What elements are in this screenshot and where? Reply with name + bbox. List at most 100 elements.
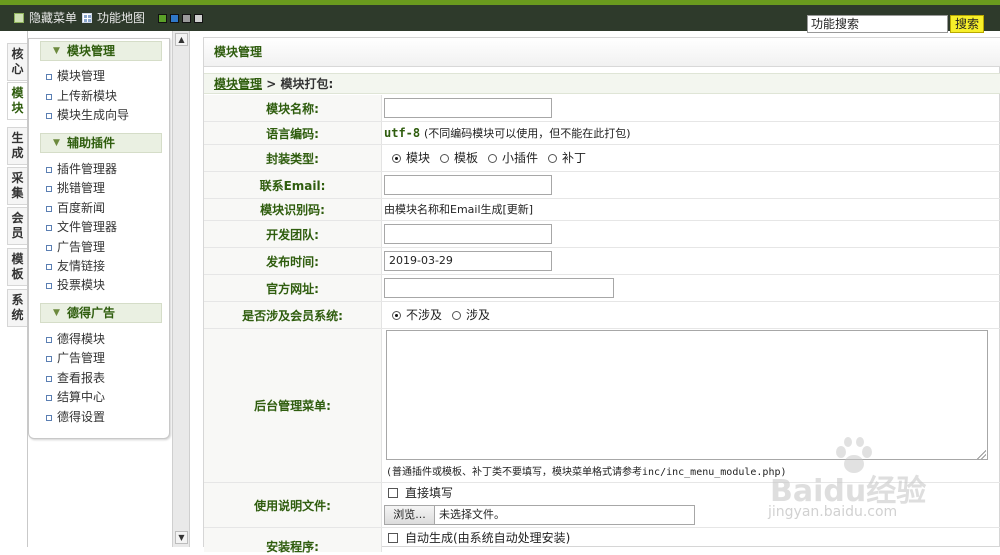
form-row-install: 安装程序: 自动生成(由系统自动处理安装) (204, 528, 1000, 554)
readme-file-input[interactable]: 浏览... 未选择文件。 (384, 505, 695, 525)
menu-item-error-report[interactable]: 挑错管理 (44, 180, 105, 196)
form-row-identifier: 模块识别码: 由模块名称和Email生成[更新] (204, 199, 1000, 221)
form-row-website: 官方网址: (204, 275, 1000, 302)
field-label: 发布时间: (204, 248, 382, 274)
menu-item-dede-module[interactable]: 德得模块 (44, 331, 105, 347)
menu-item-friend-links[interactable]: 友情链接 (44, 258, 105, 274)
menu-group-dede-ads[interactable]: ▼ 德得广告 (40, 303, 162, 323)
field-label: 封装类型: (204, 145, 382, 171)
identifier-text: 由模块名称和Email生成[更新] (384, 203, 534, 216)
category-tabs: 核 心模 块生 成采 集会 员模 板系 统 (0, 31, 28, 547)
menu-item-ad-manage-2[interactable]: 广告管理 (44, 350, 105, 366)
module-name-input[interactable] (384, 98, 552, 118)
radio-icon (548, 154, 558, 163)
menu-item-dede-settings[interactable]: 德得设置 (44, 409, 105, 425)
scroll-up-icon[interactable]: ▲ (175, 33, 188, 46)
menu-item-plugin-manager[interactable]: 插件管理器 (44, 161, 117, 177)
member-radio[interactable]: 不涉及 (392, 302, 442, 328)
chevron-down-icon: ▼ (53, 138, 60, 148)
field-label: 模块名称: (204, 95, 382, 121)
form-row-email: 联系Email: (204, 172, 1000, 199)
scroll-down-icon[interactable]: ▼ (175, 531, 188, 544)
member-radio[interactable]: 涉及 (452, 302, 490, 328)
menu-group-plugins[interactable]: ▼ 辅助插件 (40, 133, 162, 153)
language-note: (不同编码模块可以使用，但不能在此打包) (423, 127, 631, 140)
field-label: 模块识别码: (204, 199, 382, 220)
radio-icon (452, 311, 462, 320)
search-button[interactable]: 搜索 (950, 15, 984, 33)
radio-icon (392, 154, 401, 163)
menu-item-ad-manage[interactable]: 广告管理 (44, 239, 105, 255)
readme-direct-checkbox[interactable]: 直接填写 (388, 486, 453, 500)
field-label: 是否涉及会员系统: (204, 302, 382, 328)
skin-swatch[interactable] (158, 14, 167, 23)
function-map-button[interactable]: 功能地图 (82, 11, 145, 25)
menu-scrollbar[interactable]: ▲ ▼ (172, 31, 190, 547)
checkbox-icon (388, 533, 398, 543)
form-row-member-system: 是否涉及会员系统: 不涉及 涉及 (204, 302, 1000, 329)
field-label: 联系Email: (204, 172, 382, 198)
field-label: 开发团队: (204, 221, 382, 247)
watermark-url: jingyan.baidu.com (768, 504, 898, 520)
tab-category[interactable]: 生 成 (7, 127, 27, 165)
page-title: 模块管理 (204, 38, 1000, 67)
admin-menu-note: (普通插件或模板、补丁类不要填写，模块菜单格式请参考inc/inc_menu_m… (386, 467, 787, 478)
menu-item-view-report[interactable]: 查看报表 (44, 370, 105, 386)
field-label: 后台管理菜单: (204, 329, 382, 482)
tab-category[interactable]: 采 集 (7, 167, 27, 205)
menu-item-vote-module[interactable]: 投票模块 (44, 277, 105, 293)
release-date-input[interactable]: 2019-03-29 (384, 251, 552, 271)
team-input[interactable] (384, 224, 552, 244)
radio-icon (440, 154, 450, 163)
form-row-pack-type: 封装类型: 模块 模板 小插件 补丁 (204, 145, 1000, 172)
tab-category[interactable]: 核 心 (7, 43, 27, 81)
language-code: utf-8 (384, 126, 421, 140)
member-radio-group: 不涉及 涉及 (384, 302, 1000, 328)
chevron-down-icon: ▼ (53, 46, 60, 56)
install-auto-checkbox[interactable]: 自动生成(由系统自动处理安装) (388, 531, 570, 545)
skin-swatch[interactable] (194, 14, 203, 23)
menu-item-upload-module[interactable]: 上传新模块 (44, 88, 117, 104)
form-row-module-name: 模块名称: (204, 95, 1000, 122)
field-label: 安装程序: (204, 528, 382, 554)
website-input[interactable] (384, 278, 614, 298)
pack-type-radio-group: 模块 模板 小插件 补丁 (384, 145, 1000, 171)
breadcrumb-link-module-manage[interactable]: 模块管理 (214, 77, 262, 91)
tab-category[interactable]: 模 板 (7, 248, 27, 286)
file-status: 未选择文件。 (439, 508, 505, 521)
pack-type-radio[interactable]: 模块 (392, 145, 430, 171)
form-row-team: 开发团队: (204, 221, 1000, 248)
pack-type-radio[interactable]: 补丁 (548, 145, 586, 171)
baidu-jingyan-watermark: Baidu经验 jingyan.baidu.com (760, 437, 1000, 528)
menu-group-module-manage[interactable]: ▼ 模块管理 (40, 41, 162, 61)
tab-category[interactable]: 系 统 (7, 289, 27, 327)
field-label: 使用说明文件: (204, 483, 382, 527)
menu-item-module-manage[interactable]: 模块管理 (44, 68, 105, 84)
breadcrumb: 模块管理 > 模块打包: (204, 73, 1000, 94)
field-label: 官方网址: (204, 275, 382, 301)
breadcrumb-current: 模块打包: (280, 77, 334, 91)
tab-category[interactable]: 模 块 (7, 82, 27, 120)
grid-map-icon (82, 13, 92, 23)
radio-icon (488, 154, 498, 163)
checkbox-icon (388, 488, 398, 498)
menu-icon (14, 13, 24, 23)
pack-type-radio[interactable]: 小插件 (488, 145, 538, 171)
email-input[interactable] (384, 175, 552, 195)
form-row-date: 发布时间: 2019-03-29 (204, 248, 1000, 275)
chevron-down-icon: ▼ (53, 308, 60, 318)
menu-item-file-manager[interactable]: 文件管理器 (44, 219, 117, 235)
sidebar-menu: ▼ 模块管理 模块管理 上传新模块 模块生成向导 ▼ 辅助插件 插件管理器 挑错管理… (28, 38, 170, 439)
skin-swatch[interactable] (170, 14, 179, 23)
browse-button[interactable]: 浏览... (385, 506, 435, 524)
skin-swatch[interactable] (182, 14, 191, 23)
tab-category[interactable]: 会 员 (7, 207, 27, 245)
hide-menu-button[interactable]: 隐藏菜单 (14, 11, 77, 25)
field-label: 语言编码: (204, 122, 382, 144)
function-search-input[interactable]: 功能搜索 (807, 15, 948, 33)
pack-type-radio[interactable]: 模板 (440, 145, 478, 171)
menu-item-settlement[interactable]: 结算中心 (44, 389, 105, 405)
form-row-language: 语言编码: utf-8 (不同编码模块可以使用，但不能在此打包) (204, 122, 1000, 145)
menu-item-module-wizard[interactable]: 模块生成向导 (44, 107, 129, 123)
menu-item-baidu-news[interactable]: 百度新闻 (44, 200, 105, 216)
